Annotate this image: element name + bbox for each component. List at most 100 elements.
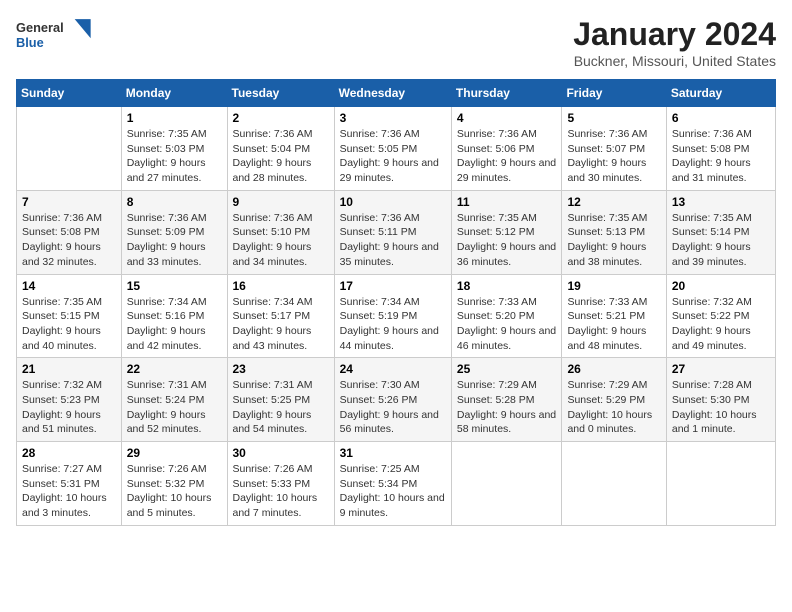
calendar-cell: 3 Sunrise: 7:36 AMSunset: 5:05 PMDaylight… — [334, 107, 451, 191]
main-title: January 2024 — [573, 16, 776, 53]
calendar-cell: 9 Sunrise: 7:36 AMSunset: 5:10 PMDaylight… — [227, 190, 334, 274]
calendar-cell — [451, 442, 562, 526]
calendar-cell — [17, 107, 122, 191]
day-info: Sunrise: 7:36 AMSunset: 5:09 PMDaylight:… — [127, 211, 222, 270]
svg-text:General: General — [16, 20, 64, 35]
day-number: 22 — [127, 362, 222, 376]
calendar-cell: 26 Sunrise: 7:29 AMSunset: 5:29 PMDayligh… — [562, 358, 666, 442]
calendar-cell: 17 Sunrise: 7:34 AMSunset: 5:19 PMDayligh… — [334, 274, 451, 358]
day-number: 23 — [233, 362, 329, 376]
day-info: Sunrise: 7:26 AMSunset: 5:32 PMDaylight:… — [127, 462, 222, 521]
calendar-cell: 16 Sunrise: 7:34 AMSunset: 5:17 PMDayligh… — [227, 274, 334, 358]
day-number: 26 — [567, 362, 660, 376]
day-info: Sunrise: 7:26 AMSunset: 5:33 PMDaylight:… — [233, 462, 329, 521]
calendar-cell: 14Sunrise: 7:35 AMSunset: 5:15 PMDayligh… — [17, 274, 122, 358]
calendar-cell: 19 Sunrise: 7:33 AMSunset: 5:21 PMDayligh… — [562, 274, 666, 358]
day-info: Sunrise: 7:25 AMSunset: 5:34 PMDaylight:… — [340, 462, 446, 521]
day-info: Sunrise: 7:36 AMSunset: 5:08 PMDaylight:… — [22, 211, 116, 270]
calendar-week: 14Sunrise: 7:35 AMSunset: 5:15 PMDayligh… — [17, 274, 776, 358]
calendar-cell: 6 Sunrise: 7:36 AMSunset: 5:08 PMDaylight… — [666, 107, 775, 191]
logo-icon: General Blue — [16, 16, 96, 52]
day-info: Sunrise: 7:36 AMSunset: 5:11 PMDaylight:… — [340, 211, 446, 270]
day-number: 15 — [127, 279, 222, 293]
calendar-cell: 13 Sunrise: 7:35 AMSunset: 5:14 PMDayligh… — [666, 190, 775, 274]
day-info: Sunrise: 7:34 AMSunset: 5:17 PMDaylight:… — [233, 295, 329, 354]
calendar-cell: 12 Sunrise: 7:35 AMSunset: 5:13 PMDayligh… — [562, 190, 666, 274]
day-number: 1 — [127, 111, 222, 125]
day-header: Friday — [562, 80, 666, 107]
calendar-cell: 28Sunrise: 7:27 AMSunset: 5:31 PMDayligh… — [17, 442, 122, 526]
day-header: Saturday — [666, 80, 775, 107]
calendar-cell: 5Sunrise: 7:36 AMSunset: 5:07 PMDaylight… — [562, 107, 666, 191]
day-info: Sunrise: 7:32 AMSunset: 5:23 PMDaylight:… — [22, 378, 116, 437]
day-number: 20 — [672, 279, 770, 293]
day-info: Sunrise: 7:36 AMSunset: 5:04 PMDaylight:… — [233, 127, 329, 186]
day-info: Sunrise: 7:35 AMSunset: 5:13 PMDaylight:… — [567, 211, 660, 270]
day-number: 25 — [457, 362, 557, 376]
calendar-cell: 31 Sunrise: 7:25 AMSunset: 5:34 PMDayligh… — [334, 442, 451, 526]
day-info: Sunrise: 7:36 AMSunset: 5:10 PMDaylight:… — [233, 211, 329, 270]
logo: General Blue — [16, 16, 96, 52]
day-info: Sunrise: 7:36 AMSunset: 5:05 PMDaylight:… — [340, 127, 446, 186]
day-number: 29 — [127, 446, 222, 460]
calendar-cell: 4Sunrise: 7:36 AMSunset: 5:06 PMDaylight… — [451, 107, 562, 191]
day-header: Tuesday — [227, 80, 334, 107]
calendar-body: 1Sunrise: 7:35 AMSunset: 5:03 PMDaylight… — [17, 107, 776, 526]
calendar-cell: 22 Sunrise: 7:31 AMSunset: 5:24 PMDayligh… — [121, 358, 227, 442]
calendar-week: 28Sunrise: 7:27 AMSunset: 5:31 PMDayligh… — [17, 442, 776, 526]
day-header: Monday — [121, 80, 227, 107]
day-number: 8 — [127, 195, 222, 209]
day-number: 12 — [567, 195, 660, 209]
day-number: 7 — [22, 195, 116, 209]
day-number: 18 — [457, 279, 557, 293]
day-number: 21 — [22, 362, 116, 376]
day-info: Sunrise: 7:28 AMSunset: 5:30 PMDaylight:… — [672, 378, 770, 437]
day-info: Sunrise: 7:36 AMSunset: 5:07 PMDaylight:… — [567, 127, 660, 186]
day-info: Sunrise: 7:36 AMSunset: 5:08 PMDaylight:… — [672, 127, 770, 186]
calendar-week: 1Sunrise: 7:35 AMSunset: 5:03 PMDaylight… — [17, 107, 776, 191]
day-number: 13 — [672, 195, 770, 209]
calendar-week: 7 Sunrise: 7:36 AMSunset: 5:08 PMDaylight… — [17, 190, 776, 274]
day-header: Wednesday — [334, 80, 451, 107]
day-number: 19 — [567, 279, 660, 293]
calendar-cell: 21 Sunrise: 7:32 AMSunset: 5:23 PMDayligh… — [17, 358, 122, 442]
day-info: Sunrise: 7:31 AMSunset: 5:25 PMDaylight:… — [233, 378, 329, 437]
day-number: 16 — [233, 279, 329, 293]
calendar-cell — [562, 442, 666, 526]
day-info: Sunrise: 7:35 AMSunset: 5:12 PMDaylight:… — [457, 211, 557, 270]
calendar-cell: 29 Sunrise: 7:26 AMSunset: 5:32 PMDayligh… — [121, 442, 227, 526]
day-info: Sunrise: 7:29 AMSunset: 5:29 PMDaylight:… — [567, 378, 660, 437]
calendar-cell: 23 Sunrise: 7:31 AMSunset: 5:25 PMDayligh… — [227, 358, 334, 442]
calendar-cell: 30 Sunrise: 7:26 AMSunset: 5:33 PMDayligh… — [227, 442, 334, 526]
calendar-cell: 7 Sunrise: 7:36 AMSunset: 5:08 PMDaylight… — [17, 190, 122, 274]
calendar-week: 21 Sunrise: 7:32 AMSunset: 5:23 PMDayligh… — [17, 358, 776, 442]
day-info: Sunrise: 7:32 AMSunset: 5:22 PMDaylight:… — [672, 295, 770, 354]
day-number: 24 — [340, 362, 446, 376]
day-info: Sunrise: 7:31 AMSunset: 5:24 PMDaylight:… — [127, 378, 222, 437]
day-info: Sunrise: 7:34 AMSunset: 5:19 PMDaylight:… — [340, 295, 446, 354]
day-info: Sunrise: 7:27 AMSunset: 5:31 PMDaylight:… — [22, 462, 116, 521]
calendar-cell: 18 Sunrise: 7:33 AMSunset: 5:20 PMDayligh… — [451, 274, 562, 358]
day-number: 9 — [233, 195, 329, 209]
calendar-cell: 27 Sunrise: 7:28 AMSunset: 5:30 PMDayligh… — [666, 358, 775, 442]
day-number: 4 — [457, 111, 557, 125]
calendar-cell: 25Sunrise: 7:29 AMSunset: 5:28 PMDayligh… — [451, 358, 562, 442]
calendar-cell: 20 Sunrise: 7:32 AMSunset: 5:22 PMDayligh… — [666, 274, 775, 358]
day-number: 30 — [233, 446, 329, 460]
calendar-table: SundayMondayTuesdayWednesdayThursdayFrid… — [16, 79, 776, 526]
calendar-cell: 1Sunrise: 7:35 AMSunset: 5:03 PMDaylight… — [121, 107, 227, 191]
day-info: Sunrise: 7:33 AMSunset: 5:20 PMDaylight:… — [457, 295, 557, 354]
day-number: 27 — [672, 362, 770, 376]
day-header: Sunday — [17, 80, 122, 107]
day-number: 10 — [340, 195, 446, 209]
day-info: Sunrise: 7:33 AMSunset: 5:21 PMDaylight:… — [567, 295, 660, 354]
day-info: Sunrise: 7:35 AMSunset: 5:14 PMDaylight:… — [672, 211, 770, 270]
day-number: 3 — [340, 111, 446, 125]
calendar-cell: 11 Sunrise: 7:35 AMSunset: 5:12 PMDayligh… — [451, 190, 562, 274]
day-number: 11 — [457, 195, 557, 209]
day-number: 31 — [340, 446, 446, 460]
day-number: 6 — [672, 111, 770, 125]
calendar-cell: 10 Sunrise: 7:36 AMSunset: 5:11 PMDayligh… — [334, 190, 451, 274]
day-number: 17 — [340, 279, 446, 293]
day-info: Sunrise: 7:30 AMSunset: 5:26 PMDaylight:… — [340, 378, 446, 437]
